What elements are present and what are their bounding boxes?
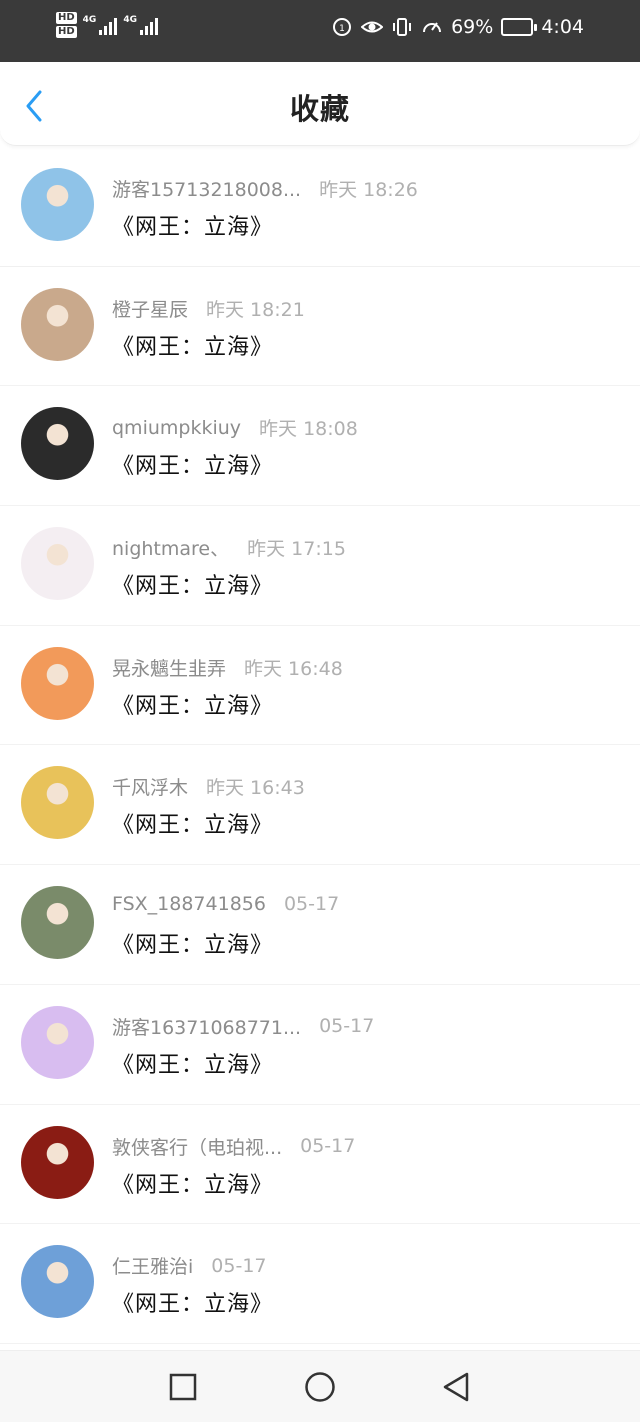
item-meta: 游客16371068771... 05-17 <box>112 1013 374 1040</box>
item-meta: 千风浮木 昨天 16:43 <box>112 773 305 800</box>
avatar[interactable] <box>21 287 94 361</box>
work-title[interactable]: 《网王：立海》 <box>112 1286 273 1318</box>
list-item[interactable]: 晃永魑生韭弄 昨天 16:48 《网王：立海》 <box>0 626 640 746</box>
speedometer-icon <box>423 22 442 33</box>
hd-badge-1: HD <box>56 12 77 24</box>
timestamp: 昨天 18:26 <box>319 179 418 201</box>
item-meta: nightmare、 昨天 17:15 <box>112 534 346 561</box>
page-title: 收藏 <box>289 92 350 126</box>
vibrate-icon <box>393 18 412 36</box>
timestamp: 05-17 <box>300 1135 356 1157</box>
signal-2-icon: 4G <box>123 15 158 35</box>
svg-text:1: 1 <box>339 24 345 34</box>
square-icon <box>169 1373 197 1401</box>
list-item[interactable]: nightmare、 昨天 17:15 《网王：立海》 <box>0 506 640 626</box>
status-right: 1 69% 4:04 <box>331 16 584 38</box>
recents-button[interactable] <box>167 1371 199 1403</box>
item-meta: 晃永魑生韭弄 昨天 16:48 <box>112 654 343 681</box>
user-name[interactable]: 游客16371068771... <box>112 1013 301 1040</box>
work-title[interactable]: 《网王：立海》 <box>112 927 273 959</box>
nfc-icon: 1 <box>333 18 352 36</box>
avatar[interactable] <box>21 646 94 720</box>
network-type-2: 4G <box>123 15 137 25</box>
item-meta: 敦侠客行（电珀视... 05-17 <box>112 1133 355 1160</box>
timestamp: 昨天 18:08 <box>259 418 358 441</box>
home-button[interactable] <box>304 1371 336 1403</box>
user-name[interactable]: 橙子星辰 <box>112 295 188 322</box>
timestamp: 05-17 <box>283 893 340 916</box>
timestamp: 昨天 16:43 <box>206 777 305 800</box>
list-item[interactable]: FSX_188741856 05-17 《网王：立海》 <box>0 865 640 985</box>
work-title[interactable]: 《网王：立海》 <box>112 329 273 361</box>
eye-comfort-icon <box>361 21 384 33</box>
avatar[interactable] <box>21 527 94 601</box>
work-title[interactable]: 《网王：立海》 <box>112 1047 273 1079</box>
user-name[interactable]: 仁王雅治i <box>112 1252 193 1279</box>
work-title[interactable]: 《网王：立海》 <box>112 688 273 720</box>
user-name[interactable]: nightmare、 <box>112 534 229 561</box>
work-title[interactable]: 《网王：立海》 <box>112 807 273 839</box>
user-name[interactable]: 游客15713218008... <box>112 175 301 202</box>
work-title[interactable]: 《网王：立海》 <box>112 209 273 241</box>
item-meta: 游客15713218008... 昨天 18:26 <box>112 175 418 202</box>
network-type-1: 4G <box>82 15 97 25</box>
item-meta: qmiumpkkiuy 昨天 18:08 <box>112 414 358 441</box>
list-item[interactable]: 游客16371068771... 05-17 《网王：立海》 <box>0 985 640 1105</box>
timestamp: 昨天 18:21 <box>206 298 305 321</box>
status-left: HD HD 4G 4G <box>56 12 158 38</box>
hd-badge-2: HD <box>56 26 77 38</box>
work-title[interactable]: 《网王：立海》 <box>112 1167 273 1199</box>
timestamp: 昨天 16:48 <box>244 657 343 680</box>
list-item[interactable]: 千风浮木 昨天 16:43 《网王：立海》 <box>0 745 640 866</box>
item-meta: 仁王雅治i 05-17 <box>112 1252 267 1279</box>
user-name[interactable]: 晃永魑生韭弄 <box>112 654 226 681</box>
list-item[interactable]: 橙子星辰 昨天 18:21 《网王：立海》 <box>0 267 640 387</box>
avatar[interactable] <box>21 1125 94 1199</box>
triangle-back-icon <box>443 1372 469 1402</box>
avatar[interactable] <box>21 168 94 241</box>
list-item[interactable]: 游客15713218008... 昨天 18:26 《网王：立海》 <box>0 147 640 267</box>
timestamp: 05-17 <box>319 1015 375 1038</box>
list-item[interactable]: 仁王雅治i 05-17 《网王：立海》 <box>0 1224 640 1344</box>
timestamp: 05-17 <box>211 1254 267 1277</box>
avatar[interactable] <box>21 886 94 960</box>
user-name[interactable]: 敦侠客行（电珀视... <box>112 1133 282 1160</box>
status-bar: HD HD 4G 4G 1 69% 4:04 <box>0 0 640 62</box>
user-name[interactable]: FSX_188741856 <box>112 893 266 915</box>
avatar[interactable] <box>21 1245 94 1319</box>
user-name[interactable]: qmiumpkkiuy <box>112 417 241 439</box>
avatar[interactable] <box>21 407 94 481</box>
avatar[interactable] <box>21 766 94 840</box>
app-header: 收藏 <box>0 62 640 146</box>
system-back-button[interactable] <box>440 1371 472 1403</box>
signal-1-icon: 4G <box>83 15 118 35</box>
hd-indicators: HD HD <box>56 12 77 38</box>
list-item[interactable]: 敦侠客行（电珀视... 05-17 《网王：立海》 <box>0 1105 640 1225</box>
work-title[interactable]: 《网王：立海》 <box>112 448 273 480</box>
battery-icon <box>501 18 538 36</box>
system-nav-bar <box>0 1350 640 1422</box>
favorites-list: 游客15713218008... 昨天 18:26 《网王：立海》 橙子星辰 昨天 18… <box>0 147 640 1344</box>
item-meta: 橙子星辰 昨天 18:21 <box>112 295 305 322</box>
battery-percent: 69% <box>451 16 494 38</box>
timestamp: 昨天 17:15 <box>247 538 346 561</box>
circle-icon <box>305 1372 335 1402</box>
user-name[interactable]: 千风浮木 <box>112 773 188 800</box>
item-meta: FSX_188741856 05-17 <box>112 893 339 915</box>
clock: 4:04 <box>541 16 584 38</box>
avatar[interactable] <box>21 1005 94 1079</box>
list-item[interactable]: qmiumpkkiuy 昨天 18:08 《网王：立海》 <box>0 386 640 507</box>
work-title[interactable]: 《网王：立海》 <box>112 568 273 600</box>
